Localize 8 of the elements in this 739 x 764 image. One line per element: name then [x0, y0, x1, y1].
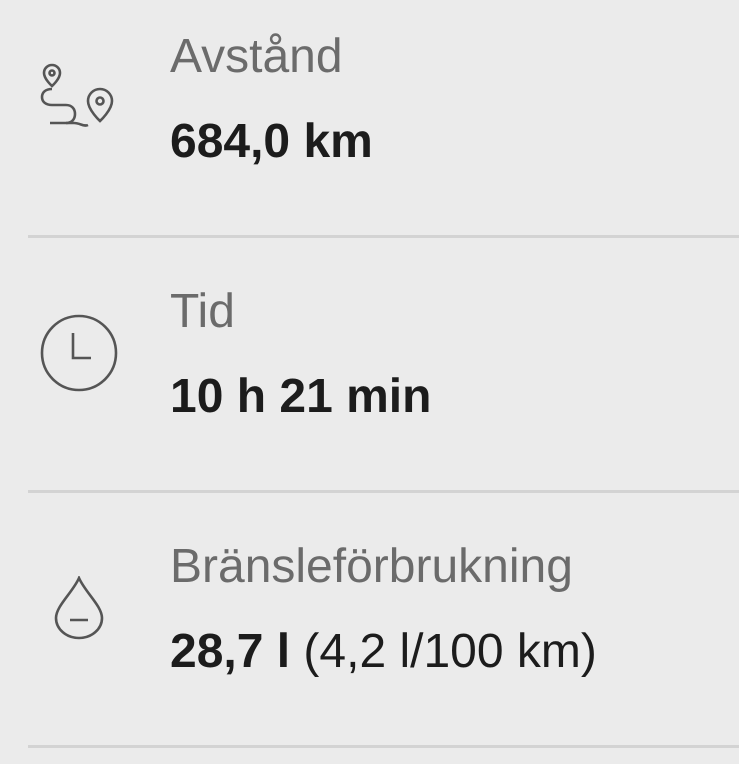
stat-label: Avstånd	[170, 29, 344, 85]
stat-value: 28,7 l (4,2 l/100 km)	[170, 624, 597, 680]
stat-value: 10 h 21 min	[170, 369, 432, 425]
drop-icon	[53, 576, 105, 640]
stat-value: 684,0 km	[170, 114, 373, 170]
stat-label: Bränsleförbrukning	[170, 539, 574, 595]
clock-icon	[39, 312, 119, 392]
stat-label: Tid	[170, 284, 236, 340]
